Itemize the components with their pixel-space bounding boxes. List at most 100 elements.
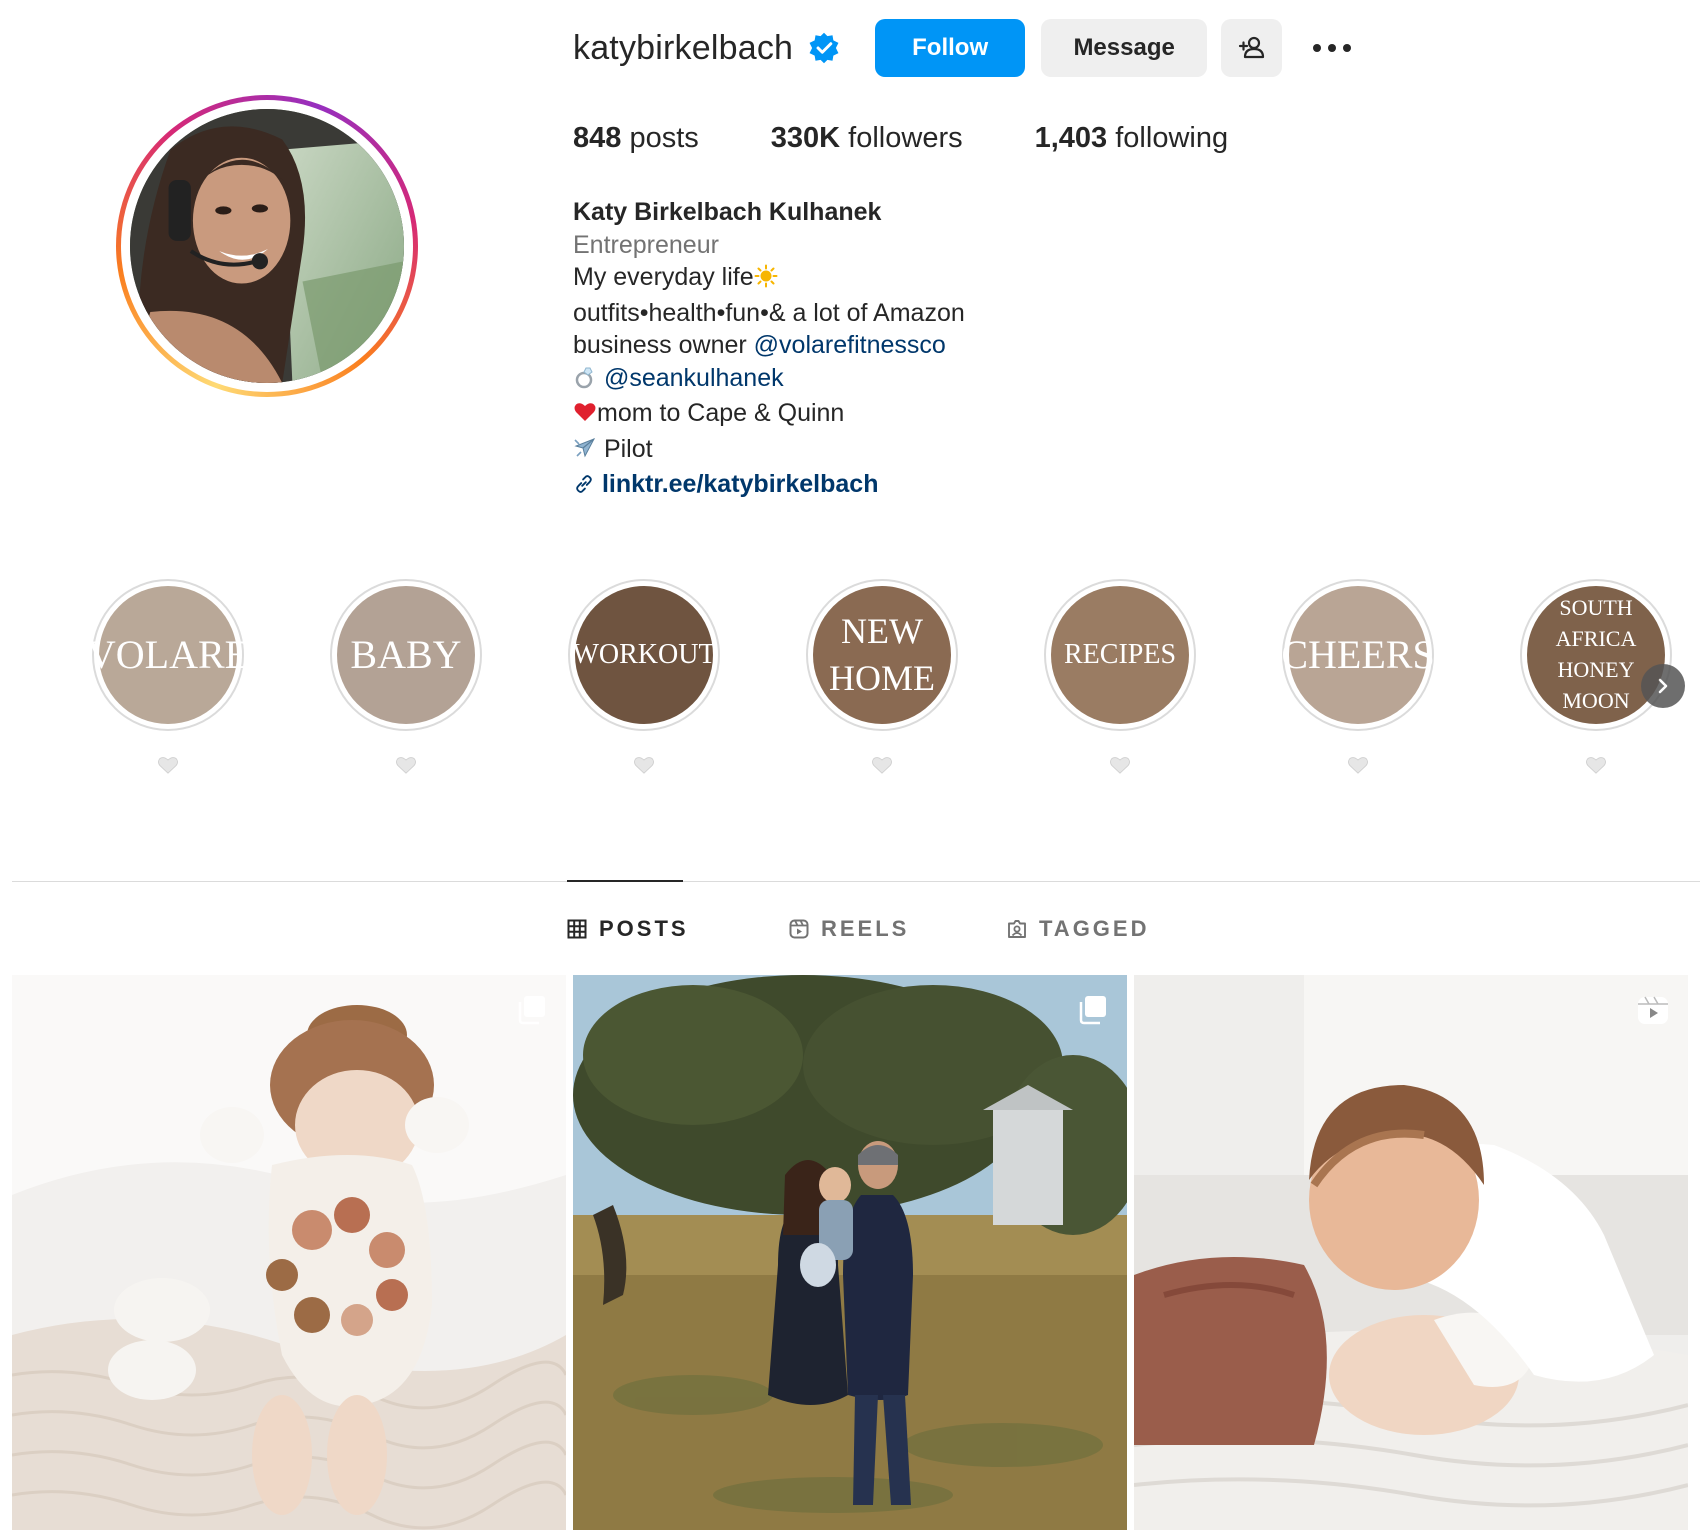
white-heart-icon [872, 757, 892, 774]
highlight-item[interactable]: WORKOUT [568, 579, 720, 774]
post-image-family-photo [573, 975, 1127, 1530]
bio-line-1-text: My everyday life [573, 263, 754, 291]
highlight-item[interactable]: CHEERS [1281, 579, 1435, 774]
white-heart-icon [158, 757, 178, 774]
highlight-cover: CHEERS [1281, 586, 1435, 724]
profile-header-row: katybirkelbach Follow Message [573, 18, 1362, 78]
highlight-cover-ring: NEW HOME [806, 579, 958, 731]
more-options-button[interactable] [1302, 19, 1362, 77]
carousel-icon [1075, 993, 1109, 1027]
reel-icon [1636, 993, 1670, 1027]
highlight-title-line: RECIPES [1063, 638, 1177, 670]
more-dots-icon [1313, 44, 1352, 52]
tab-reels[interactable]: REELS [789, 914, 909, 944]
bio-line-1: My everyday life [573, 261, 965, 297]
post-image-siblings [1134, 975, 1688, 1530]
profile-avatar[interactable] [116, 95, 418, 397]
post-tile-1[interactable] [12, 975, 566, 1530]
highlight-cover: VOLARE [87, 586, 249, 724]
bio-line-3-text: business owner [573, 331, 754, 359]
highlight-cover: RECIPES [1051, 586, 1189, 724]
bio-link-row[interactable]: linktr.ee/katybirkelbach [573, 468, 965, 504]
grid-icon [567, 919, 587, 939]
followers-count: 330K [770, 122, 841, 154]
white-heart-icon [396, 757, 416, 774]
volarefitnessco-mention-link[interactable]: @volarefitnessco [754, 331, 946, 359]
tab-reels-label: REELS [821, 916, 910, 941]
post-tile-3[interactable] [1134, 975, 1688, 1530]
highlight-cover-ring: WORKOUT [568, 579, 720, 731]
highlight-title-line: VOLARE [86, 632, 250, 677]
highlight-title-line: WORKOUT [572, 638, 716, 670]
verified-badge-icon [807, 31, 841, 65]
highlight-title-line: NEW [841, 611, 923, 652]
highlight-label [568, 755, 720, 775]
bio-line-5: mom to Cape & Quinn [573, 397, 965, 433]
posts-count: 848 [573, 122, 622, 154]
highlights-next-button[interactable] [1641, 664, 1685, 708]
add-user-icon [1238, 36, 1264, 59]
suggested-users-button[interactable] [1221, 19, 1283, 77]
highlight-item[interactable]: BABY [330, 579, 482, 774]
posts-label: posts [629, 122, 699, 154]
highlight-title-line: SOUTH [1559, 595, 1633, 621]
followers-stat[interactable]: 330K followers [771, 122, 963, 155]
highlight-title: RECIPES [1064, 637, 1176, 673]
follow-button[interactable]: Follow [875, 19, 1026, 77]
followers-label: followers [848, 122, 963, 154]
highlight-label [1520, 755, 1672, 775]
message-button[interactable]: Message [1041, 19, 1208, 77]
highlight-title: CHEERS [1281, 629, 1434, 681]
linktree-link[interactable]: linktr.ee/katybirkelbach [602, 470, 879, 498]
highlight-title: WORKOUT [572, 637, 715, 673]
highlight-title: BABY [350, 629, 461, 681]
following-stat[interactable]: 1,403 following [1035, 122, 1228, 155]
highlight-item[interactable]: NEW HOME [806, 579, 958, 774]
highlight-title-line: MOON [1562, 687, 1630, 713]
following-count: 1,403 [1034, 122, 1108, 154]
full-name: Katy Birkelbach Kulhanek [573, 198, 882, 226]
tab-posts-label: POSTS [599, 916, 689, 941]
chevron-right-icon [1658, 678, 1668, 694]
highlight-title-line: CHEERS [1281, 632, 1435, 677]
highlight-cover-ring: RECIPES [1044, 579, 1196, 731]
white-heart-icon [634, 757, 654, 774]
highlight-title-line: BABY [350, 632, 462, 677]
white-heart-icon [1110, 757, 1130, 774]
tab-posts[interactable]: POSTS [567, 914, 689, 944]
bio-line-3: business owner @volarefitnessco [573, 329, 965, 362]
bio-line-2: outfits•health•fun•& a lot of Amazon [573, 298, 965, 327]
seankulhanek-mention-link[interactable]: @seankulhanek [604, 364, 784, 392]
reels-icon [789, 919, 809, 939]
highlight-cover: BABY [337, 586, 475, 724]
avatar-photo [130, 109, 404, 383]
profile-bio: Katy Birkelbach Kulhanek Entrepreneur My… [573, 196, 965, 504]
highlight-cover-ring: VOLARE [87, 579, 249, 731]
airplane-icon [573, 436, 597, 469]
tagged-icon [1008, 920, 1026, 938]
profile-stats: 848 posts 330K followers 1,403 following [573, 122, 1300, 155]
tab-tagged[interactable]: TAGGED [1007, 914, 1149, 944]
bio-line-6-text: Pilot [603, 434, 653, 463]
highlight-item[interactable]: RECIPES [1044, 579, 1196, 774]
highlight-title: NEW HOME [829, 608, 935, 702]
highlight-title: SOUTH AFRICA HONEY MOON [1556, 593, 1637, 716]
carousel-icon [514, 993, 548, 1027]
highlight-title-line: HOME [829, 658, 935, 698]
avatar-gap [121, 100, 413, 392]
highlight-item[interactable]: SOUTH AFRICA HONEY MOON [1520, 579, 1672, 774]
red-heart-icon [573, 400, 597, 433]
highlight-title: VOLARE [87, 629, 249, 681]
post-tile-2[interactable] [573, 975, 1127, 1530]
highlight-item[interactable]: VOLARE [87, 579, 249, 774]
bio-line-6: Pilot [573, 433, 965, 469]
highlight-label [1044, 755, 1196, 775]
post-image-baby-sleeping [12, 975, 566, 1530]
following-label: following [1115, 122, 1229, 154]
highlight-label [806, 755, 958, 775]
bio-line-5-text: mom to Cape & Quinn [597, 399, 845, 427]
posts-stat: 848 posts [573, 122, 699, 155]
username: katybirkelbach [573, 28, 794, 67]
highlight-cover: NEW HOME [813, 586, 951, 724]
highlight-label [92, 755, 244, 775]
